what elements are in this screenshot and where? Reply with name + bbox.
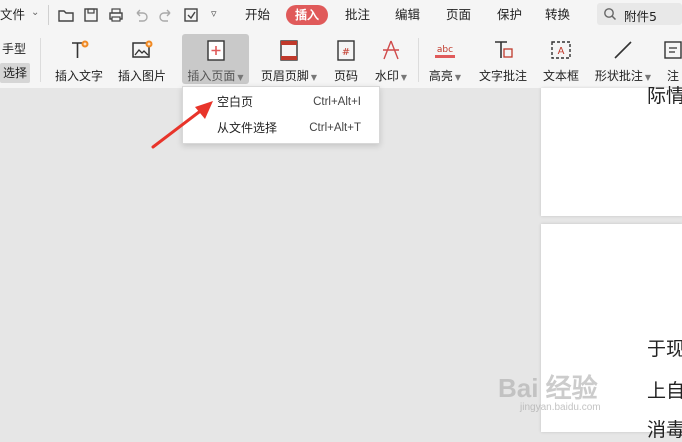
text-box-button[interactable]: A 文本框 — [540, 34, 582, 84]
search-icon — [604, 8, 617, 21]
insert-page-icon — [206, 40, 225, 61]
svg-text:#: # — [342, 47, 350, 58]
highlight-icon: abc — [435, 45, 455, 58]
text-comment-button[interactable]: 文字批注 — [476, 34, 530, 84]
highlight-label: 高亮 — [428, 69, 453, 83]
baidu-watermark: Bai 经验 — [498, 373, 598, 403]
menu-item-label: 从文件选择 — [217, 121, 278, 135]
redo-icon[interactable] — [157, 6, 175, 24]
shape-comment-label: 形状批注 — [594, 69, 643, 83]
menu-item-label: 空白页 — [217, 95, 254, 109]
tab-home[interactable]: 开始 — [245, 0, 270, 30]
insert-text-icon — [72, 40, 89, 58]
text-box-label: 文本框 — [542, 69, 579, 83]
header-footer-button[interactable]: 页眉页脚 ▼ — [257, 34, 321, 84]
ribbon-divider — [40, 38, 41, 82]
customize-dropdown-icon[interactable]: ▿ — [211, 7, 217, 20]
watermark-button[interactable]: 水印 ▼ — [372, 34, 410, 84]
insert-page-label: 插入页面 — [187, 69, 236, 83]
note-button[interactable]: 注 — [664, 34, 682, 84]
watermark-icon — [383, 40, 399, 60]
undo-icon[interactable] — [132, 6, 150, 24]
page-text-line: 上自 — [647, 380, 682, 402]
baidu-watermark-url: jingyan.baidu.com — [520, 402, 601, 413]
tab-insert[interactable]: 插入 — [286, 5, 329, 25]
annotation-arrow-icon — [151, 101, 213, 149]
page-text-line: 际情 — [647, 85, 682, 107]
watermark-label: 水印 — [374, 69, 399, 83]
insert-image-icon — [132, 40, 153, 58]
text-comment-icon — [495, 41, 513, 58]
open-folder-icon[interactable] — [57, 6, 75, 24]
note-icon — [664, 41, 682, 59]
search-input[interactable]: 附件5 — [624, 6, 657, 25]
header-footer-icon — [280, 40, 298, 61]
text-box-icon: A — [551, 41, 571, 59]
ribbon-divider — [418, 38, 419, 82]
tab-edit[interactable]: 编辑 — [395, 0, 420, 30]
page-number-button[interactable]: # 页码 — [329, 34, 363, 84]
page-text-line: 消毒 — [647, 419, 682, 441]
tab-page[interactable]: 页面 — [446, 0, 471, 30]
caret-down-icon: ▼ — [400, 73, 408, 82]
header-footer-label: 页眉页脚 — [260, 69, 309, 83]
hand-tool-button[interactable]: 手型 — [2, 40, 26, 57]
highlight-button[interactable]: abc 高亮 ▼ — [424, 34, 466, 84]
caret-down-icon: ▼ — [310, 73, 318, 82]
svg-text:A: A — [558, 46, 565, 57]
insert-text-label: 插入文字 — [54, 69, 103, 83]
page-text-line: 于现 — [647, 338, 682, 360]
toolbar-divider — [48, 5, 49, 25]
insert-page-button[interactable]: 插入页面 ▼ — [182, 34, 249, 84]
insert-text-button[interactable]: 插入文字 — [52, 34, 106, 84]
menu-item-shortcut: Ctrl+Alt+I — [313, 96, 361, 108]
menu-item-shortcut: Ctrl+Alt+T — [309, 122, 361, 134]
insert-image-button[interactable]: 插入图片 — [115, 34, 169, 84]
shape-comment-button[interactable]: 形状批注 ▼ — [592, 34, 654, 84]
caret-down-icon: ▼ — [237, 73, 244, 82]
shape-line-icon — [614, 41, 632, 59]
page-number-label: 页码 — [333, 69, 358, 83]
chevron-down-icon[interactable]: ⌄ — [31, 7, 39, 18]
tab-convert[interactable]: 转换 — [545, 0, 570, 30]
search-box[interactable]: 附件5 — [597, 3, 682, 25]
menu-file[interactable]: 文件 — [0, 0, 25, 30]
save-icon[interactable] — [82, 6, 100, 24]
tab-comment[interactable]: 批注 — [345, 0, 370, 30]
export-icon[interactable] — [182, 6, 200, 24]
print-icon[interactable] — [107, 6, 125, 24]
page-number-icon: # — [337, 40, 355, 61]
tab-protect[interactable]: 保护 — [497, 0, 522, 30]
caret-down-icon: ▼ — [454, 73, 462, 82]
text-comment-label: 文字批注 — [478, 69, 527, 83]
insert-image-label: 插入图片 — [117, 69, 166, 83]
document-page-1[interactable]: 际情 — [541, 85, 682, 216]
menu-bar: 文件 ⌄ ▿ 开始 插入 批注 编辑 页面 保护 转换 附件5 — [0, 0, 682, 30]
select-tool-button[interactable]: 选择 — [0, 63, 30, 83]
svg-text:abc: abc — [437, 45, 453, 55]
